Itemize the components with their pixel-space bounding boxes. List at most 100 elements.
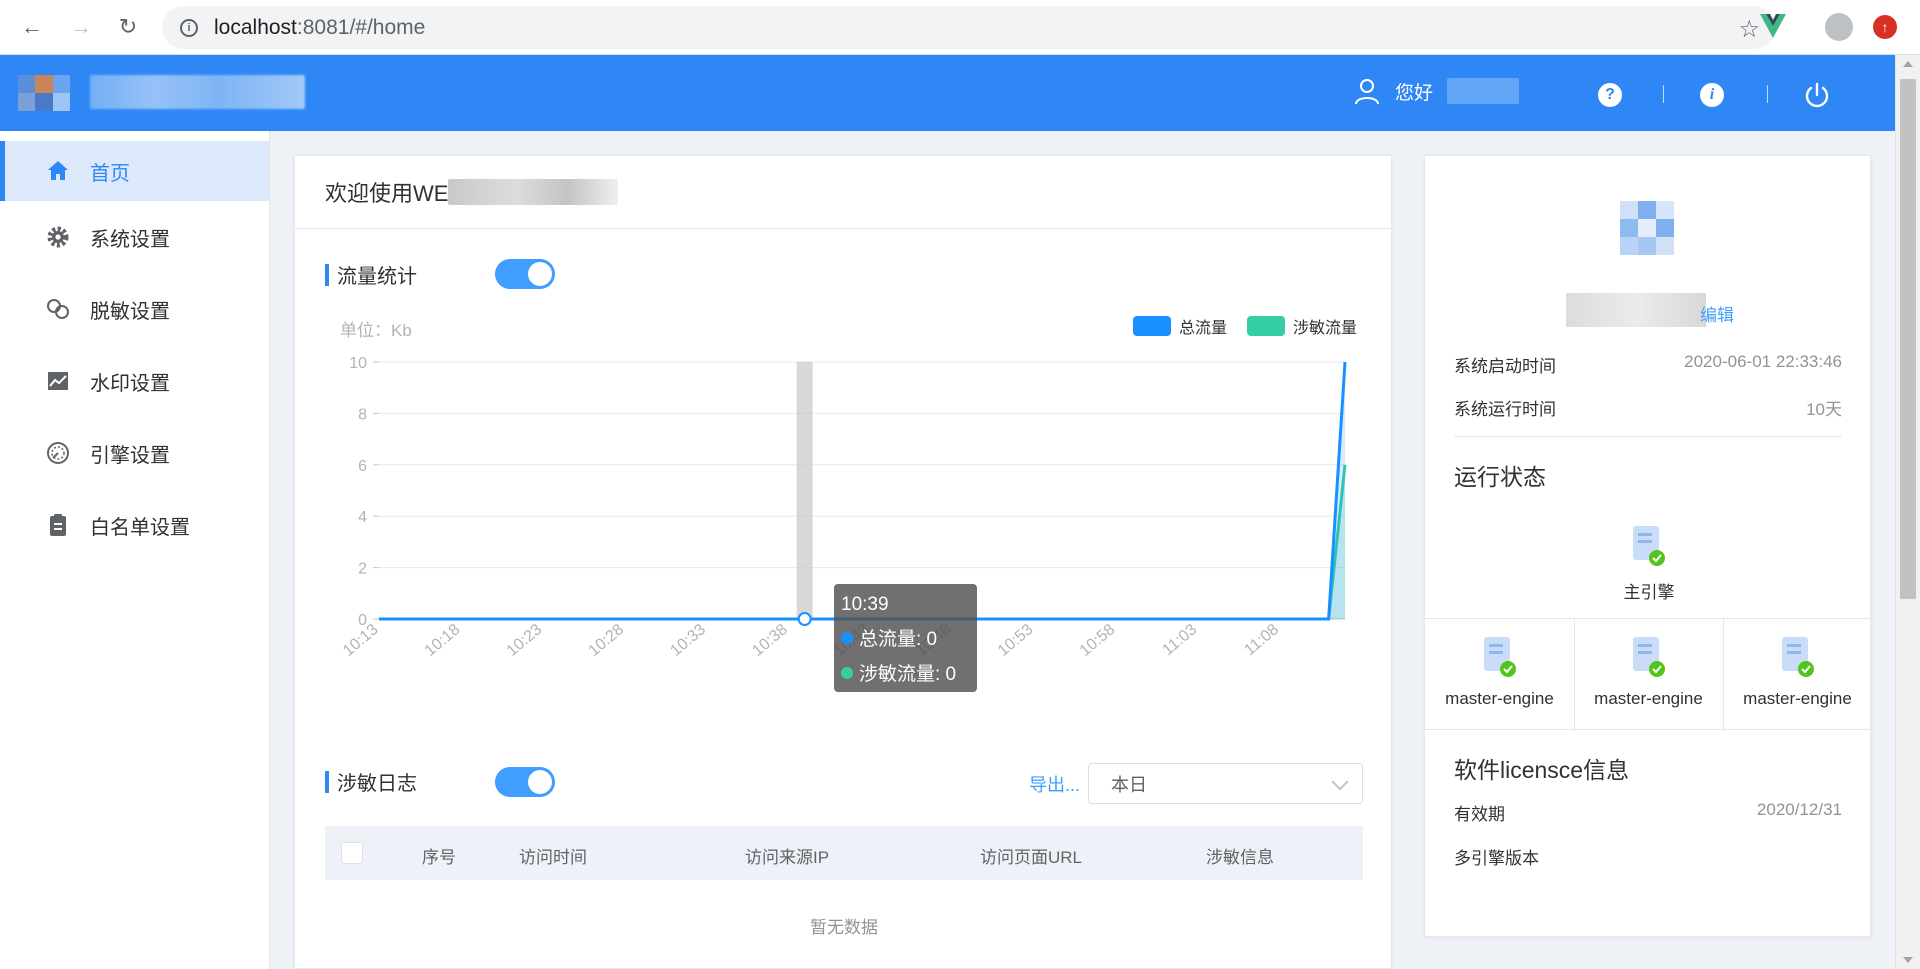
greeting-text: 您好 xyxy=(1395,82,1434,104)
vue-devtools-icon[interactable] xyxy=(1760,14,1786,38)
section-title-text: 涉敏日志 xyxy=(337,773,417,795)
x-tick-label: 10:28 xyxy=(586,621,628,660)
power-icon[interactable] xyxy=(1803,81,1831,109)
column-header-info[interactable]: 涉敏信息 xyxy=(1206,843,1274,868)
x-tick-label: 10:23 xyxy=(504,621,546,660)
page-scrollbar[interactable] xyxy=(1895,55,1920,969)
validity-value: 2020/12/31 xyxy=(1756,800,1842,819)
bookmark-star-icon[interactable]: ☆ xyxy=(1738,15,1760,44)
log-toggle[interactable] xyxy=(495,767,555,797)
url-path: :8081/#/home xyxy=(296,15,426,39)
empty-table-text: 暂无数据 xyxy=(810,918,878,937)
user-icon xyxy=(1355,79,1379,105)
start-time-label: 系统启动时间 xyxy=(1454,357,1556,376)
tooltip-time: 10:39 xyxy=(841,594,889,615)
sidebar-item-desensitize[interactable]: 脱敏设置 xyxy=(0,273,269,345)
x-tick-label: 10:53 xyxy=(995,621,1037,660)
engine-item[interactable]: master-engine xyxy=(1723,635,1872,709)
hover-point xyxy=(797,612,812,626)
uptime-value: 10天 xyxy=(1806,400,1842,419)
question-icon[interactable]: ? xyxy=(1598,83,1622,107)
edition-row: 多引擎版本 xyxy=(1454,844,1842,869)
license-heading: 软件licensce信息 xyxy=(1454,757,1630,783)
column-header-index[interactable]: 序号 xyxy=(422,843,456,868)
url-host: localhost xyxy=(214,15,297,39)
clipboard-icon xyxy=(46,513,70,537)
tooltip-total-text: 总流量: 0 xyxy=(859,629,938,650)
series-area xyxy=(379,362,1345,619)
scrollbar-thumb[interactable] xyxy=(1900,79,1916,599)
sidebar-item-watermark[interactable]: 水印设置 xyxy=(0,345,269,417)
engine-item[interactable]: master-engine xyxy=(1574,635,1723,709)
master-engine-label: 主引擎 xyxy=(1623,583,1675,602)
select-all-checkbox[interactable] xyxy=(341,842,363,864)
period-select[interactable]: 本日 xyxy=(1088,763,1363,804)
engine-item[interactable]: master-engine xyxy=(1425,635,1574,709)
hover-highlight xyxy=(796,362,813,619)
y-tick-label: 2 xyxy=(358,561,367,578)
x-tick-label: 11:08 xyxy=(1241,621,1282,659)
sidebar-item-home[interactable]: 首页 xyxy=(0,141,269,201)
profile-avatar-icon[interactable] xyxy=(1825,13,1853,41)
scroll-up-icon[interactable] xyxy=(1903,61,1913,67)
engine-server-icon xyxy=(1483,637,1516,677)
address-bar[interactable]: i localhost:8081/#/home ☆ xyxy=(162,6,1776,49)
y-tick-label: 6 xyxy=(358,458,367,475)
info-icon[interactable]: i xyxy=(1700,83,1724,107)
brand-name-redacted xyxy=(90,75,305,109)
section-marker xyxy=(325,770,329,793)
engine-label: master-engine xyxy=(1594,689,1703,708)
app-logo xyxy=(18,75,70,111)
engine-server-icon xyxy=(1632,637,1665,677)
edit-link[interactable]: 编辑 xyxy=(1700,301,1734,326)
master-engine-status[interactable]: 主引擎 xyxy=(1589,524,1709,603)
y-tick-label: 8 xyxy=(358,406,367,423)
engine-list: master-engine master-engine master-engin… xyxy=(1425,618,1872,731)
link-icon xyxy=(46,297,70,321)
header-divider xyxy=(1767,85,1768,103)
scroll-down-icon[interactable] xyxy=(1903,957,1913,963)
home-icon xyxy=(46,159,70,183)
forward-icon[interactable]: → xyxy=(66,12,96,42)
chart-icon xyxy=(46,369,70,393)
y-tick-label: 4 xyxy=(358,509,367,526)
column-header-url[interactable]: 访问页面URL xyxy=(980,843,1082,868)
reload-icon[interactable]: ↻ xyxy=(113,12,143,42)
x-tick-label: 10:38 xyxy=(749,621,791,660)
sidebar-item-label: 引擎设置 xyxy=(90,444,170,467)
x-tick-label: 10:18 xyxy=(422,621,464,660)
sidebar-item-system[interactable]: 系统设置 xyxy=(0,201,269,273)
system-avatar xyxy=(1620,201,1674,255)
sidebar-item-whitelist[interactable]: 白名单设置 xyxy=(0,489,269,561)
engine-label: master-engine xyxy=(1445,689,1554,708)
tooltip-row-sensitive: 涉敏流量: 0 xyxy=(841,659,970,686)
toggle-knob xyxy=(528,770,552,794)
back-icon[interactable]: ← xyxy=(17,12,47,42)
validity-label: 有效期 xyxy=(1454,805,1505,824)
y-tick-label: 10 xyxy=(349,355,367,372)
sidebar-item-label: 系统设置 xyxy=(90,228,170,251)
system-name-redacted xyxy=(1566,293,1706,327)
site-info-icon[interactable]: i xyxy=(180,18,198,37)
sidebar-item-engine[interactable]: 引擎设置 xyxy=(0,417,269,489)
uptime-row: 系统运行时间 10天 xyxy=(1454,395,1842,420)
period-select-value: 本日 xyxy=(1111,774,1147,795)
gauge-icon xyxy=(46,441,70,465)
column-header-time[interactable]: 访问时间 xyxy=(519,843,587,868)
sidebar: 首页 系统设置 脱敏设置 水印设置 引擎设置 白名单设置 xyxy=(0,131,270,969)
start-time-value: 2020-06-01 22:33:46 xyxy=(1684,352,1842,371)
export-link[interactable]: 导出... xyxy=(1029,771,1080,797)
x-tick-label: 11:03 xyxy=(1160,621,1201,659)
column-header-ip[interactable]: 访问来源IP xyxy=(745,843,829,868)
update-icon[interactable]: ↑ xyxy=(1873,15,1897,39)
app-header: 您好 ? i xyxy=(0,55,1895,131)
tooltip-row-total: 总流量: 0 xyxy=(841,624,970,651)
validity-row: 有效期 2020/12/31 xyxy=(1454,800,1842,825)
chevron-down-icon xyxy=(1331,773,1349,791)
sidebar-item-label: 白名单设置 xyxy=(90,516,190,539)
uptime-label: 系统运行时间 xyxy=(1454,400,1556,419)
status-heading: 运行状态 xyxy=(1454,464,1546,490)
x-tick-label: 10:33 xyxy=(667,621,709,660)
log-table-header: 序号 访问时间 访问来源IP 访问页面URL 涉敏信息 xyxy=(325,826,1363,880)
user-menu[interactable]: 您好 xyxy=(1353,77,1520,105)
